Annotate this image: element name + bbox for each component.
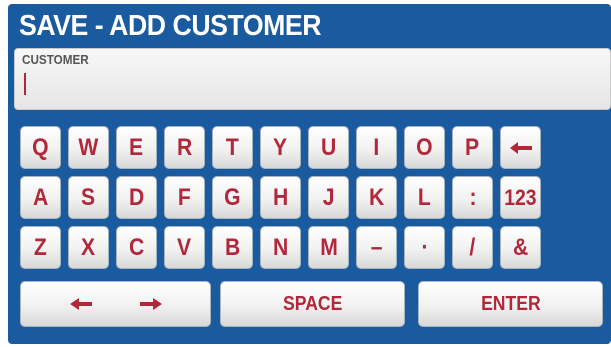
customer-field-label: CUSTOMER bbox=[22, 52, 89, 67]
arrow-left-icon[interactable] bbox=[69, 298, 92, 310]
key-period[interactable]: · bbox=[404, 226, 445, 269]
space-key-label: SPACE bbox=[282, 292, 343, 315]
cursor-arrow-keys[interactable] bbox=[20, 281, 211, 327]
key-r-label: R bbox=[176, 133, 193, 161]
key-slash-label: / bbox=[469, 233, 476, 261]
key-o-label: O bbox=[416, 133, 433, 161]
key-123-label: 123 bbox=[504, 184, 537, 210]
key-g[interactable]: G bbox=[212, 176, 253, 219]
key-123[interactable]: 123 bbox=[500, 176, 541, 219]
key-b-label: B bbox=[224, 233, 241, 261]
key-x[interactable]: X bbox=[68, 226, 109, 269]
key-q[interactable]: Q bbox=[20, 126, 61, 169]
key-dash[interactable]: – bbox=[356, 226, 397, 269]
key-period-label: · bbox=[420, 233, 429, 261]
key-h-label: H bbox=[272, 183, 289, 211]
key-u[interactable]: U bbox=[308, 126, 349, 169]
key-i[interactable]: I bbox=[356, 126, 397, 169]
key-x-label: X bbox=[81, 233, 96, 261]
key-w[interactable]: W bbox=[68, 126, 109, 169]
key-n-label: N bbox=[272, 233, 289, 261]
key-ampersand[interactable]: & bbox=[500, 226, 541, 269]
left-arrow-backspace-icon bbox=[509, 141, 532, 154]
key-f[interactable]: F bbox=[164, 176, 205, 219]
enter-key[interactable]: ENTER bbox=[418, 281, 603, 327]
key-s-label: S bbox=[81, 183, 96, 211]
dialog-frame: SAVE - ADD CUSTOMER CUSTOMER Q W E R T Y U I O P A… bbox=[8, 4, 611, 344]
key-t[interactable]: T bbox=[212, 126, 253, 169]
key-o[interactable]: O bbox=[404, 126, 445, 169]
key-ampersand-label: & bbox=[512, 233, 529, 261]
key-a[interactable]: A bbox=[20, 176, 61, 219]
key-h[interactable]: H bbox=[260, 176, 301, 219]
key-l-label: L bbox=[418, 183, 431, 211]
key-m[interactable]: M bbox=[308, 226, 349, 269]
key-k[interactable]: K bbox=[356, 176, 397, 219]
key-g-label: G bbox=[224, 183, 241, 211]
key-colon-label: : bbox=[468, 183, 477, 211]
key-p[interactable]: P bbox=[452, 126, 493, 169]
key-f-label: F bbox=[178, 183, 191, 211]
key-m-label: M bbox=[319, 233, 338, 261]
arrow-right-icon[interactable] bbox=[139, 298, 162, 310]
key-j-label: J bbox=[322, 183, 335, 211]
key-a-label: A bbox=[32, 183, 49, 211]
key-colon[interactable]: : bbox=[452, 176, 493, 219]
key-e[interactable]: E bbox=[116, 126, 157, 169]
key-p-label: P bbox=[465, 133, 480, 161]
key-d-label: D bbox=[128, 183, 145, 211]
key-v[interactable]: V bbox=[164, 226, 205, 269]
dialog-title: SAVE - ADD CUSTOMER bbox=[19, 10, 322, 42]
key-q-label: Q bbox=[32, 133, 49, 161]
key-b[interactable]: B bbox=[212, 226, 253, 269]
customer-field[interactable]: CUSTOMER bbox=[14, 48, 611, 110]
key-j[interactable]: J bbox=[308, 176, 349, 219]
key-i-label: I bbox=[373, 133, 380, 161]
key-v-label: V bbox=[177, 233, 192, 261]
key-y[interactable]: Y bbox=[260, 126, 301, 169]
key-r[interactable]: R bbox=[164, 126, 205, 169]
space-key[interactable]: SPACE bbox=[220, 281, 405, 327]
key-z-label: Z bbox=[34, 233, 47, 261]
key-e-label: E bbox=[129, 133, 144, 161]
key-u-label: U bbox=[320, 133, 337, 161]
key-n[interactable]: N bbox=[260, 226, 301, 269]
text-caret bbox=[24, 73, 26, 95]
key-t-label: T bbox=[226, 133, 239, 161]
key-d[interactable]: D bbox=[116, 176, 157, 219]
key-k-label: K bbox=[368, 183, 385, 211]
key-y-label: Y bbox=[273, 133, 288, 161]
key-dash-label: – bbox=[370, 233, 383, 261]
backspace-key[interactable] bbox=[500, 126, 541, 169]
key-c[interactable]: C bbox=[116, 226, 157, 269]
key-w-label: W bbox=[78, 133, 99, 161]
key-slash[interactable]: / bbox=[452, 226, 493, 269]
enter-key-label: ENTER bbox=[480, 292, 541, 315]
key-c-label: C bbox=[128, 233, 145, 261]
key-z[interactable]: Z bbox=[20, 226, 61, 269]
key-s[interactable]: S bbox=[68, 176, 109, 219]
key-l[interactable]: L bbox=[404, 176, 445, 219]
